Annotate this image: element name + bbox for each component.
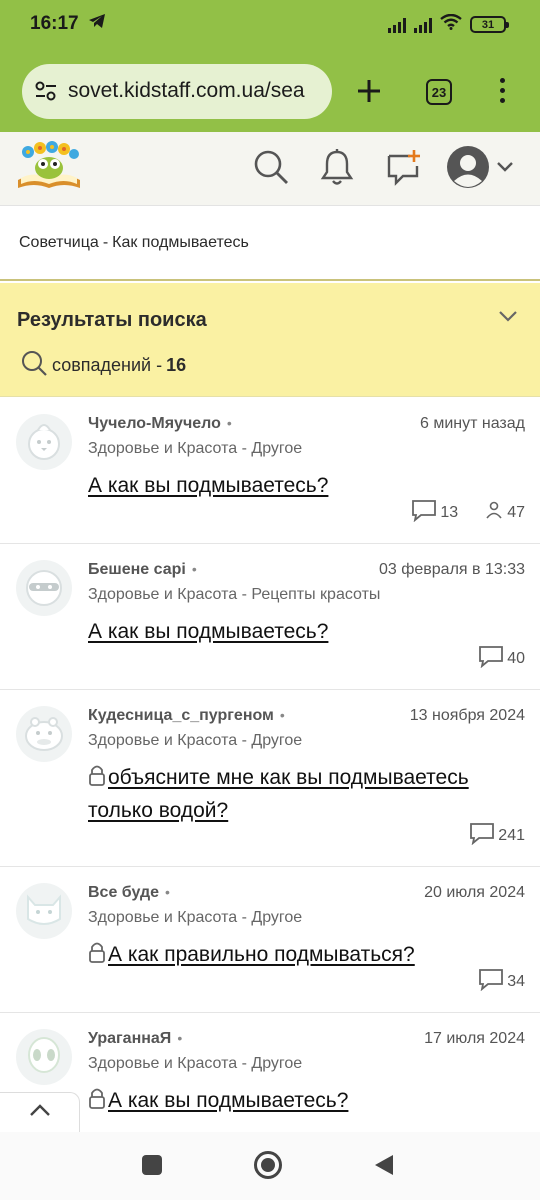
post-author[interactable]: Кудесница_с_пургеном • [88,707,285,725]
search-results-panel[interactable]: Результаты поиска совпадений - 16 [0,283,540,397]
lock-icon [88,1087,106,1118]
results-count-row: совпадений - 16 [20,349,186,382]
list-item[interactable]: Бешене сарі • 03 февраля в 13:33 Здоровье… [0,544,540,690]
post-category: Здоровье и Красота - Другое [88,732,303,749]
status-time: 16:17 [30,13,79,34]
post-title[interactable]: А как вы подмываетесь? [88,470,528,501]
comment-icon [478,967,504,996]
avatar[interactable] [16,1029,72,1085]
avatar[interactable] [16,414,72,470]
list-item[interactable]: Все буде • 20 июля 2024 Здоровье и Красот… [0,867,540,1013]
site-settings-icon[interactable] [34,80,58,107]
url-text[interactable]: sovet.kidstaff.com.ua/sea [68,79,324,103]
new-post-icon[interactable] [386,148,422,191]
browser-chrome: 16:17 31 sovet.kidstaff.com.ua/sea 23 [0,0,540,132]
scroll-to-top-button[interactable] [0,1092,80,1132]
recent-apps-button[interactable] [142,1155,162,1175]
post-date: 17 июля 2024 [424,1030,525,1047]
lock-icon [88,941,106,972]
post-date: 20 июля 2024 [424,884,525,901]
post-link[interactable]: А как вы подмываетесь? [88,620,328,643]
post-author[interactable]: УраганнаЯ • [88,1030,182,1048]
signal-2-icon [414,17,432,33]
system-nav-bar [0,1132,540,1200]
tab-switcher-button[interactable]: 23 [426,79,452,105]
user-avatar-icon[interactable] [446,144,518,195]
post-link[interactable]: объясните мне как вы подмываетесь только… [88,766,469,822]
chevron-up-icon [29,1103,51,1122]
post-author[interactable]: Бешене сарі • [88,561,197,579]
post-category: Здоровье и Красота - Другое [88,440,303,457]
comment-count: 40 [507,649,525,667]
post-link[interactable]: А как вы подмываетесь? [88,474,328,497]
post-author[interactable]: Все буде • [88,884,170,902]
breadcrumb-query: Как подмываетесь [112,234,249,251]
back-button[interactable] [373,1153,395,1182]
chevron-down-icon[interactable] [498,309,518,328]
post-author[interactable]: Чучело-Мяучело • [88,415,232,433]
comment-icon [469,821,495,850]
breadcrumb: Советчица - Как подмываетесь [0,207,540,281]
comment-icon [478,644,504,673]
post-date: 03 февраля в 13:33 [378,561,525,578]
new-tab-icon[interactable] [354,76,384,111]
status-bar: 16:17 31 [0,0,540,48]
results-title: Результаты поиска [17,309,207,331]
post-list: Чучело-Мяучело • 6 минут назад Здоровье и… [0,398,540,1159]
post-stats: 34 [478,967,525,996]
post-link[interactable]: А как вы подмываетесь? [108,1089,348,1112]
search-icon [20,349,48,382]
list-item[interactable]: Кудесница_с_пургеном • 13 ноября 2024 Здо… [0,690,540,867]
comment-count: 241 [498,826,525,844]
post-title[interactable]: А как вы подмываетесь? [88,1085,528,1118]
list-item[interactable]: Чучело-Мяучело • 6 минут назад Здоровье и… [0,398,540,544]
breadcrumb-separator: - [102,234,109,251]
results-count-label: совпадений - [52,355,163,375]
avatar[interactable] [16,883,72,939]
breadcrumb-section[interactable]: Советчица [19,234,99,252]
user-icon [484,500,504,525]
participant-count: 47 [507,503,525,521]
battery-level: 31 [481,18,495,31]
post-stats: 40 [478,644,525,673]
telegram-icon [88,13,106,34]
post-category: Здоровье и Красота - Другое [88,1055,303,1072]
bell-icon[interactable] [320,148,354,191]
lock-icon [88,764,106,795]
comment-icon [411,498,437,527]
wifi-icon [440,13,462,35]
post-stats: 13 47 [411,498,525,527]
comment-count: 34 [507,972,525,990]
avatar[interactable] [16,560,72,616]
comment-count: 13 [440,503,459,521]
post-title[interactable]: объясните мне как вы подмываетесь только… [88,762,528,826]
post-title[interactable]: А как вы подмываетесь? [88,616,528,647]
post-title[interactable]: А как правильно подмываться? [88,939,528,972]
site-header [0,132,540,206]
address-bar[interactable]: sovet.kidstaff.com.ua/sea [22,64,332,119]
post-date: 13 ноября 2024 [409,707,525,724]
browser-menu-icon[interactable] [500,78,505,103]
post-link[interactable]: А как правильно подмываться? [108,943,415,966]
home-button[interactable] [254,1151,282,1179]
post-category: Здоровье и Красота - Другое [88,909,303,926]
avatar[interactable] [16,706,72,762]
site-logo[interactable] [16,140,82,197]
post-stats: 241 [469,821,525,850]
search-icon[interactable] [252,148,290,191]
battery-icon: 31 [470,16,509,33]
post-category: Здоровье и Красота - Рецепты красоты [88,586,381,603]
tab-count: 23 [431,84,447,100]
post-date: 6 минут назад [419,415,525,432]
results-count: 16 [166,355,187,375]
signal-icon [388,17,406,33]
